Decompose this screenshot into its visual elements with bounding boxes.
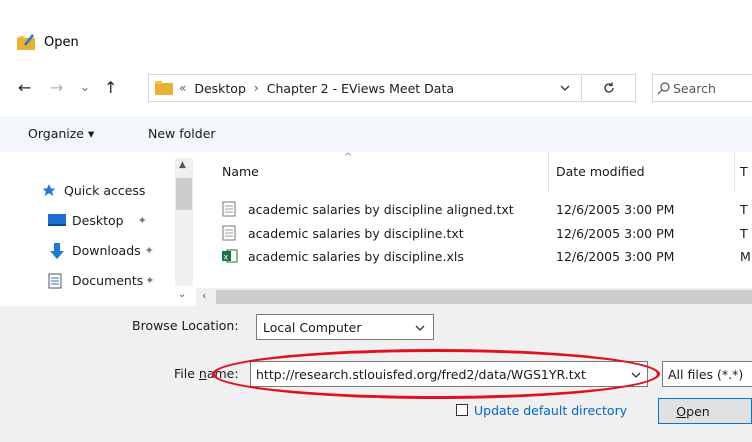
text-file-icon xyxy=(222,225,236,241)
svg-text:x: x xyxy=(224,253,229,262)
breadcrumb-desktop[interactable]: Desktop xyxy=(194,81,246,96)
refresh-icon xyxy=(603,82,614,93)
update-default-directory-checkbox[interactable] xyxy=(456,404,468,416)
browse-location-label: Browse Location: xyxy=(132,318,239,333)
address-dropdown-button[interactable] xyxy=(548,74,582,102)
chevron-down-icon xyxy=(560,85,570,91)
refresh-button[interactable] xyxy=(582,74,636,102)
forward-button[interactable]: → xyxy=(50,78,63,98)
recent-locations-button[interactable]: ⌄ xyxy=(80,77,90,97)
organize-button[interactable]: Organize ▾ xyxy=(28,126,94,141)
breadcrumb-overflow[interactable]: « xyxy=(179,81,186,95)
excel-file-icon: x xyxy=(222,248,238,264)
file-date: 12/6/2005 3:00 PM xyxy=(556,226,675,241)
new-folder-button[interactable]: New folder xyxy=(148,126,216,141)
sort-ascending-icon: ^ xyxy=(344,152,353,163)
breadcrumb-chapter-2[interactable]: Chapter 2 - EViews Meet Data xyxy=(267,81,454,96)
app-icon xyxy=(16,32,38,52)
back-button[interactable]: ← xyxy=(18,78,31,98)
sidebar-item-downloads[interactable]: Downloads ✦ xyxy=(48,240,154,260)
annotation-oval xyxy=(212,349,660,399)
update-default-directory-label[interactable]: Update default directory xyxy=(474,403,627,418)
column-divider[interactable] xyxy=(734,152,735,192)
file-name: academic salaries by discipline.xls xyxy=(248,248,464,264)
sidebar-item-label: Downloads xyxy=(72,242,141,258)
sidebar-scrollbar[interactable]: ▲ xyxy=(175,158,193,286)
search-placeholder: Search xyxy=(673,80,716,96)
open-button[interactable]: Open xyxy=(658,398,752,424)
title-bar: Open xyxy=(16,30,79,54)
sidebar-item-desktop[interactable]: Desktop ✦ xyxy=(48,210,147,230)
file-type: T xyxy=(740,226,748,241)
file-list-horizontal-scrollbar[interactable]: ‹ xyxy=(196,288,752,306)
scrollbar-thumb[interactable] xyxy=(176,178,192,210)
column-header-name[interactable]: Name xyxy=(222,164,259,179)
address-bar[interactable]: « Desktop › Chapter 2 - EViews Meet Data xyxy=(148,74,582,102)
window-title: Open xyxy=(44,34,79,50)
file-type-value: All files (*.*) xyxy=(668,366,744,382)
file-date: 12/6/2005 3:00 PM xyxy=(556,202,675,217)
file-row[interactable]: academic salaries by discipline aligned.… xyxy=(222,198,514,220)
pin-icon[interactable]: ✦ xyxy=(138,214,147,227)
scrollbar-thumb[interactable] xyxy=(216,290,752,304)
file-row[interactable]: academic salaries by discipline.txt xyxy=(222,222,464,244)
column-header-date-modified[interactable]: Date modified xyxy=(556,164,645,179)
sidebar-item-label: Desktop xyxy=(72,212,124,228)
sidebar-item-quick-access[interactable]: Quick access xyxy=(42,180,145,200)
sidebar-item-documents[interactable]: Documents ✦ xyxy=(48,270,155,290)
pin-icon[interactable]: ✦ xyxy=(145,244,154,257)
column-divider[interactable] xyxy=(548,152,549,192)
up-button[interactable]: ↑ xyxy=(104,78,117,98)
folder-icon xyxy=(155,81,173,95)
browse-location-select[interactable]: Local Computer xyxy=(256,314,434,340)
open-button-label: Open xyxy=(676,403,710,419)
search-icon xyxy=(657,82,670,95)
star-icon xyxy=(42,183,58,197)
column-header-type[interactable]: T xyxy=(740,164,748,179)
file-row[interactable]: x academic salaries by discipline.xls xyxy=(222,245,464,267)
sidebar-item-label: Quick access xyxy=(64,182,146,198)
chevron-down-icon xyxy=(415,325,425,331)
scroll-down-icon[interactable]: ⌄ xyxy=(178,289,186,300)
scroll-left-icon[interactable]: ‹ xyxy=(202,289,206,302)
breadcrumb-separator: › xyxy=(253,81,259,95)
file-date: 12/6/2005 3:00 PM xyxy=(556,249,675,264)
desktop-icon xyxy=(48,213,66,227)
search-box[interactable]: Search xyxy=(652,74,752,102)
command-bar xyxy=(0,116,752,152)
file-type: T xyxy=(740,202,748,217)
file-name: academic salaries by discipline aligned.… xyxy=(248,201,514,217)
pin-icon[interactable]: ✦ xyxy=(145,274,154,287)
sidebar-item-label: Documents xyxy=(72,272,144,288)
file-name: academic salaries by discipline.txt xyxy=(248,225,464,241)
documents-icon xyxy=(48,273,66,289)
download-icon xyxy=(48,243,66,259)
text-file-icon xyxy=(222,201,236,217)
file-type-select[interactable]: All files (*.*) xyxy=(662,361,752,387)
browse-location-value: Local Computer xyxy=(263,319,362,335)
file-type: M xyxy=(740,249,751,264)
scroll-up-icon[interactable]: ▲ xyxy=(179,160,186,170)
